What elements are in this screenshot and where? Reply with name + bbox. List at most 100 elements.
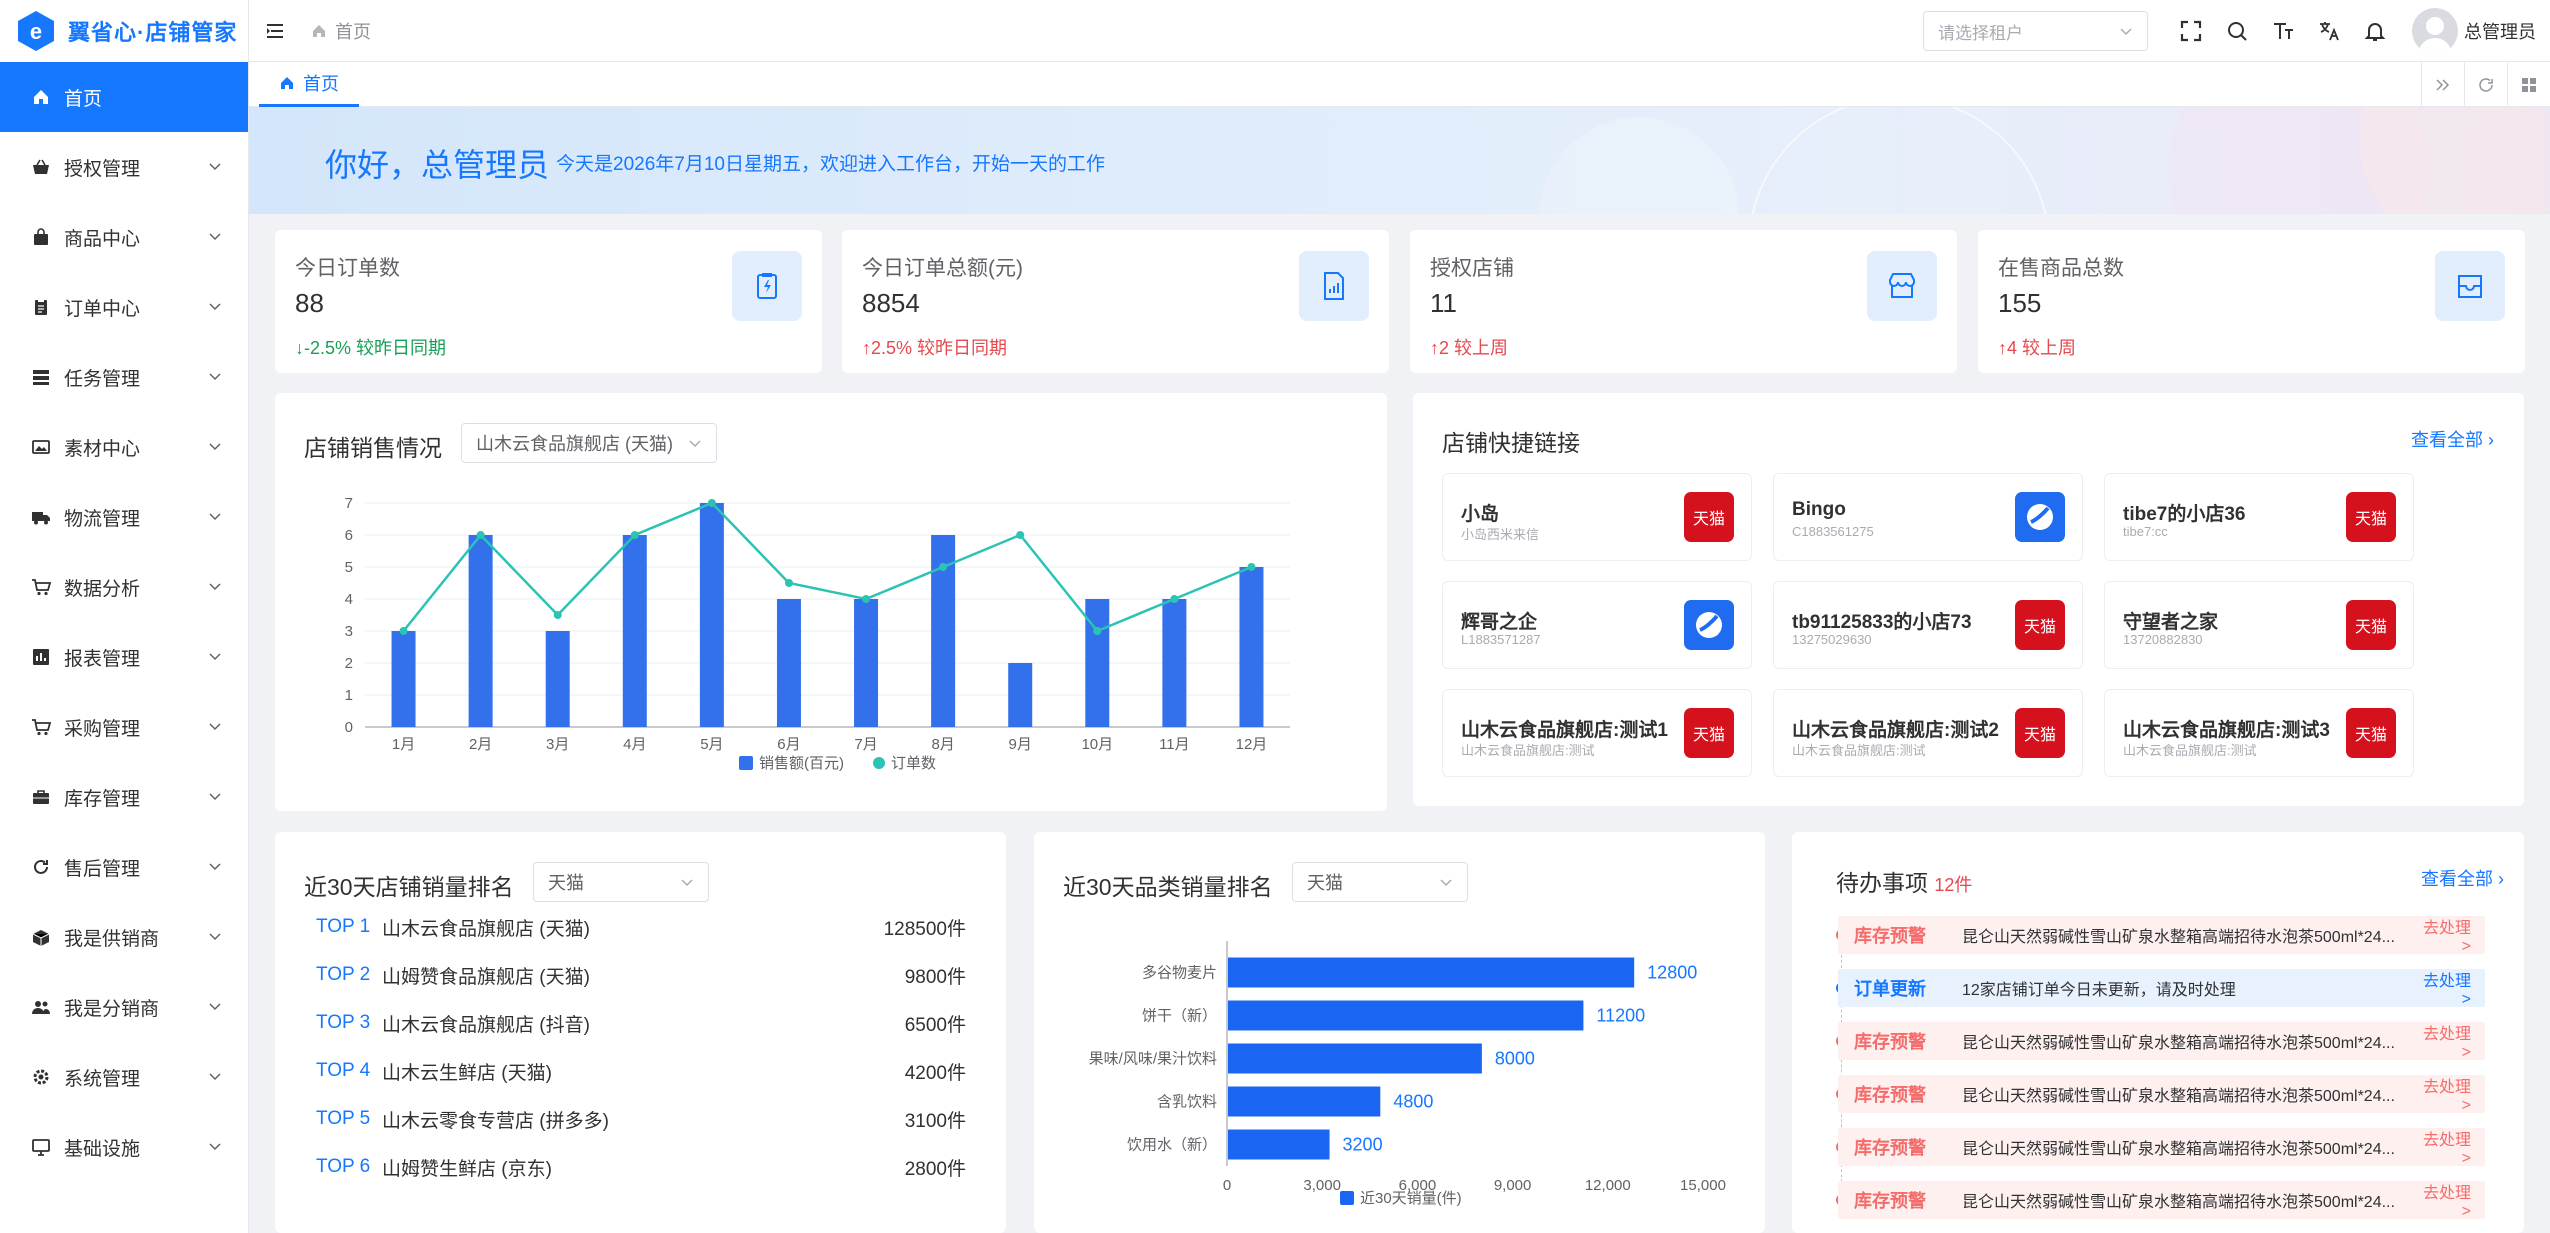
todo-view-all[interactable]: 查看全部 › xyxy=(2421,865,2504,891)
user-avatar-icon xyxy=(2418,17,2452,54)
fullscreen-icon[interactable] xyxy=(2179,19,2203,43)
tmall-label: 天猫 xyxy=(2023,619,2056,636)
chevron-down-icon[interactable] xyxy=(208,229,222,243)
rank-label: TOP 2 xyxy=(316,964,371,985)
sidebar-item-14[interactable]: 系统管理 xyxy=(0,1042,248,1112)
shop-id: C1883561275 xyxy=(1792,524,1874,539)
sidebar-item-13[interactable]: 我是分销商 xyxy=(0,972,248,1042)
breadcrumb-home[interactable]: 首页 xyxy=(335,18,371,44)
sidebar-item-3[interactable]: 订单中心 xyxy=(0,272,248,342)
chevron-down-icon[interactable] xyxy=(208,299,222,313)
tab-scroll-button[interactable] xyxy=(2421,62,2464,107)
sidebar-item-15[interactable]: 基础设施 xyxy=(0,1112,248,1182)
y-tick-label: 4 xyxy=(345,591,353,608)
chevron-down-icon[interactable] xyxy=(208,439,222,453)
translate-icon[interactable] xyxy=(2317,19,2341,43)
app-logo[interactable]: e 翼省心·店铺管家 xyxy=(0,0,248,62)
menu-fold-icon[interactable] xyxy=(264,20,286,42)
shop-link[interactable]: 山木云食品旗舰店:测试1 山木云食品旗舰店:测试 天猫 xyxy=(1442,689,1752,777)
tab-refresh-button[interactable] xyxy=(2464,62,2507,107)
shop-link[interactable]: 山木云食品旗舰店:测试3 山木云食品旗舰店:测试 天猫 xyxy=(2104,689,2414,777)
shop-link[interactable]: Bingo C1883561275 xyxy=(1773,473,2083,561)
tenant-select[interactable]: 请选择租户 xyxy=(1923,11,2148,51)
shop-link[interactable]: 小岛 小岛西米来信 天猫 xyxy=(1442,473,1752,561)
data-label: 11200 xyxy=(1596,1006,1645,1026)
todo-action-link[interactable]: 去处理> xyxy=(2415,914,2485,956)
rank-row: TOP 6 山姆赞生鲜店 (京东) 2800件 xyxy=(316,1143,966,1191)
quick-links-view-all-label: 查看全部 xyxy=(2411,430,2483,450)
rank-label: TOP 6 xyxy=(316,1156,371,1177)
basket-icon xyxy=(30,156,52,178)
y-tick-label: 1 xyxy=(345,687,353,704)
stat-label: 在售商品总数 xyxy=(1998,257,2124,280)
shop-link[interactable]: tb91125833的小店73 13275029630 天猫 xyxy=(1773,581,2083,669)
report-icon xyxy=(1299,251,1369,321)
shop-name: 山木云食品旗舰店:测试2 xyxy=(1792,720,1999,741)
todo-action-link[interactable]: 去处理> xyxy=(2415,1073,2485,1115)
chevron-down-icon[interactable] xyxy=(208,1139,222,1153)
legend-swatch xyxy=(739,756,753,770)
shop-id: 山木云食品旗舰店:测试 xyxy=(1461,743,1595,758)
chevron-down-icon[interactable] xyxy=(208,999,222,1013)
chevron-down-icon[interactable] xyxy=(208,509,222,523)
stat-compare: ↑4 较上周 xyxy=(1998,338,2077,358)
chevron-down-icon[interactable] xyxy=(208,789,222,803)
sidebar-item-1[interactable]: 授权管理 xyxy=(0,132,248,202)
shop-name: 守望者之家 xyxy=(2123,612,2219,633)
chevron-down-icon[interactable] xyxy=(208,929,222,943)
stat-compare: ↑2 较上周 xyxy=(1430,338,1509,358)
chevron-down-icon[interactable] xyxy=(208,859,222,873)
sidebar-item-6[interactable]: 物流管理 xyxy=(0,482,248,552)
bell-icon[interactable] xyxy=(2363,19,2387,43)
category-chart: 0 3,000 6,000 9,000 12,000 15,000多谷物麦片 12800饼干… xyxy=(1089,941,1726,1207)
sidebar-item-9[interactable]: 采购管理 xyxy=(0,692,248,762)
font-size-icon[interactable] xyxy=(2271,19,2295,43)
todo-action-link[interactable]: 去处理> xyxy=(2415,1179,2485,1221)
sidebar-item-5[interactable]: 素材中心 xyxy=(0,412,248,482)
sidebar-item-label: 售后管理 xyxy=(64,858,141,880)
chevron-down-icon[interactable] xyxy=(208,369,222,383)
todo-action-link[interactable]: 去处理> xyxy=(2415,1020,2485,1062)
search-icon[interactable] xyxy=(2225,19,2249,43)
chevron-down-icon[interactable] xyxy=(208,579,222,593)
sidebar-item-12[interactable]: 我是供销商 xyxy=(0,902,248,972)
tab-menu-button[interactable] xyxy=(2507,62,2550,107)
stat-card-1[interactable]: 今日订单总额(元) 8854 ↑2.5% 较昨日同期 xyxy=(842,230,1389,373)
stat-card-2[interactable]: 授权店铺 11 ↑2 较上周 xyxy=(1410,230,1957,373)
stat-card-0[interactable]: 今日订单数 88 ↓-2.5% 较昨日同期 xyxy=(275,230,822,373)
users-icon xyxy=(30,996,52,1018)
sidebar-item-11[interactable]: 售后管理 xyxy=(0,832,248,902)
todo-action-link[interactable]: 去处理> xyxy=(2415,967,2485,1009)
greeting: 你好，总管理员 xyxy=(325,147,550,183)
shop-link[interactable]: 守望者之家 13720882830 天猫 xyxy=(2104,581,2414,669)
quick-links-view-all[interactable]: 查看全部 › xyxy=(2411,426,2494,452)
shop-rank-platform-select[interactable]: 天猫 xyxy=(533,862,709,902)
user-name[interactable]: 总管理员 xyxy=(2464,18,2536,44)
stat-card-3[interactable]: 在售商品总数 155 ↑4 较上周 xyxy=(1978,230,2525,373)
chevron-down-icon[interactable] xyxy=(208,719,222,733)
sidebar: e 翼省心·店铺管家 首页 授权管理 商品中心 订单中心 任务管理 素材中心 物流管理 数据分… xyxy=(0,0,249,1233)
bar xyxy=(545,631,570,727)
shop-link[interactable]: 山木云食品旗舰店:测试2 山木云食品旗舰店:测试 天猫 xyxy=(1773,689,2083,777)
tab-home[interactable]: 首页 xyxy=(259,62,359,107)
todo-action-link[interactable]: 去处理> xyxy=(2415,1126,2485,1168)
home-icon xyxy=(313,24,325,37)
refresh-icon xyxy=(30,856,52,878)
monitor-icon xyxy=(30,1136,52,1158)
sidebar-item-4[interactable]: 任务管理 xyxy=(0,342,248,412)
chevron-down-icon[interactable] xyxy=(208,1069,222,1083)
chevron-down-icon[interactable] xyxy=(208,649,222,663)
sidebar-item-7[interactable]: 数据分析 xyxy=(0,552,248,622)
sidebar-item-2[interactable]: 商品中心 xyxy=(0,202,248,272)
store-icon xyxy=(1867,251,1937,321)
avatar[interactable] xyxy=(2412,8,2458,54)
legend-swatch xyxy=(1340,1191,1354,1205)
shop-link[interactable]: 辉哥之企 L1883571287 xyxy=(1442,581,1752,669)
shop-link[interactable]: tibe7的小店36 tibe7:cc 天猫 xyxy=(2104,473,2414,561)
sidebar-item-10[interactable]: 库存管理 xyxy=(0,762,248,832)
sidebar-item-8[interactable]: 报表管理 xyxy=(0,622,248,692)
platform-logo-icon xyxy=(1684,600,1734,650)
cart-icon xyxy=(30,576,52,598)
chevron-down-icon[interactable] xyxy=(208,159,222,173)
sidebar-item-0[interactable]: 首页 xyxy=(0,62,248,132)
